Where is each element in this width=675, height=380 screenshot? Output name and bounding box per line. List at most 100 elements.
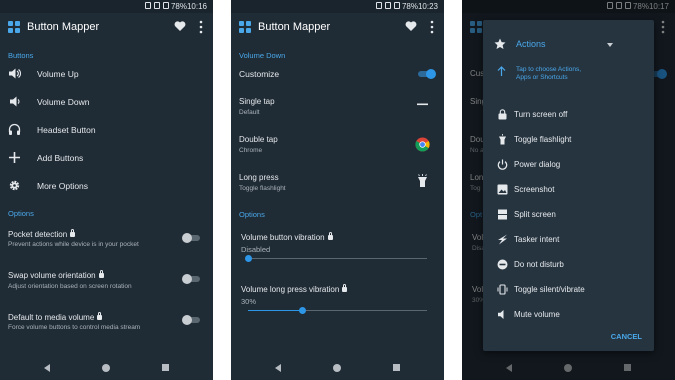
single-tap-title[interactable]: Single tap	[239, 97, 275, 106]
vibration-slider[interactable]	[245, 255, 427, 263]
split-screen-icon	[498, 209, 507, 220]
long-press-subtitle: Toggle flashlight	[239, 185, 286, 192]
volume-down-icon	[10, 96, 20, 107]
button-item-add-buttons[interactable]: Add Buttons	[37, 153, 83, 163]
options-section-header: Options	[8, 209, 34, 218]
nav-bar	[231, 357, 444, 380]
home-icon[interactable]	[102, 364, 110, 372]
lock-icon	[342, 284, 348, 292]
button-item-more-options[interactable]: More Options	[37, 181, 88, 191]
screen-volume-down: 78% 10:23 Button Mapper Volume Down Cust…	[231, 0, 444, 380]
customize-switch[interactable]	[416, 68, 436, 79]
vibration-value: Disabled	[241, 245, 271, 254]
button-item-volume-down[interactable]: Volume Down	[37, 97, 89, 107]
media-volume-subtitle: Force volume buttons to control media st…	[8, 324, 141, 331]
flashlight-icon	[418, 174, 427, 187]
heart-icon[interactable]	[174, 20, 186, 32]
action-item-toggle-silent-vibrate[interactable]: Toggle silent/vibrate	[514, 285, 585, 294]
clock: 10:16	[186, 2, 207, 11]
slider-thumb[interactable]	[245, 255, 252, 262]
plus-icon	[9, 152, 20, 163]
choose-hint: Tap to choose Actions, Apps or Shortcuts	[516, 66, 582, 81]
arrow-up-icon	[497, 66, 506, 76]
overflow-menu-icon[interactable]	[430, 20, 434, 34]
long-vibration-title[interactable]: Volume long press vibration	[241, 284, 348, 294]
action-item-screenshot[interactable]: Screenshot	[514, 185, 554, 194]
double-tap-subtitle: Chrome	[239, 147, 263, 154]
status-icons	[376, 2, 400, 9]
action-item-tasker-intent[interactable]: Tasker intent	[514, 235, 559, 244]
star-icon	[494, 38, 506, 49]
chevron-down-icon[interactable]	[607, 43, 613, 47]
pocket-detection-subtitle: Prevent actions while device is in your …	[8, 241, 139, 248]
single-tap-subtitle: Default	[239, 109, 260, 116]
recents-icon[interactable]	[162, 364, 169, 371]
battery-level: 78%	[401, 2, 418, 11]
flashlight-icon	[499, 134, 506, 145]
power-icon	[497, 159, 508, 170]
chrome-icon	[415, 137, 430, 152]
recents-icon[interactable]	[393, 364, 400, 371]
long-vibration-slider[interactable]	[248, 307, 427, 315]
swap-orientation-switch[interactable]	[182, 273, 202, 284]
headset-icon	[8, 123, 21, 135]
vibrate-icon	[497, 284, 508, 295]
action-item-split-screen[interactable]: Split screen	[514, 210, 556, 219]
pocket-detection-switch[interactable]	[182, 232, 202, 243]
options-section-header: Options	[239, 210, 265, 219]
do-not-disturb-icon	[497, 259, 508, 270]
volume-up-icon	[9, 68, 21, 79]
app-logo-icon	[239, 21, 251, 33]
action-item-toggle-flashlight[interactable]: Toggle flashlight	[514, 135, 571, 144]
lock-icon	[97, 312, 103, 320]
button-item-volume-up[interactable]: Volume Up	[37, 69, 79, 79]
home-icon[interactable]	[333, 364, 341, 372]
long-press-title[interactable]: Long press	[239, 173, 279, 182]
buttons-section-header: Buttons	[8, 51, 34, 60]
nav-bar	[0, 357, 213, 380]
back-icon[interactable]	[44, 364, 50, 372]
double-tap-title[interactable]: Double tap	[239, 135, 278, 144]
action-item-do-not-disturb[interactable]: Do not disturb	[514, 260, 564, 269]
action-picker-dialog: Actions Tap to choose Actions, Apps or S…	[483, 20, 654, 351]
pocket-detection-title[interactable]: Pocket detection	[8, 229, 76, 239]
action-item-turn-screen-off[interactable]: Turn screen off	[514, 110, 567, 119]
swap-orientation-subtitle: Adjust orientation based on screen rotat…	[8, 283, 132, 290]
status-bar: 78% 10:16	[0, 0, 213, 13]
customize-label[interactable]: Customize	[239, 69, 279, 79]
swap-orientation-title[interactable]: Swap volume orientation	[8, 270, 104, 280]
media-volume-switch[interactable]	[182, 314, 202, 325]
battery-level: 78%	[170, 2, 187, 11]
vibration-title[interactable]: Volume button vibration	[241, 232, 333, 242]
clock: 10:23	[417, 2, 438, 11]
volume-down-section-header: Volume Down	[239, 51, 286, 60]
action-item-mute-volume[interactable]: Mute volume	[514, 310, 560, 319]
heart-icon[interactable]	[405, 20, 417, 32]
image-icon	[497, 184, 508, 195]
dash-icon	[417, 103, 428, 106]
status-bar: 78% 10:23	[231, 0, 444, 13]
button-item-headset[interactable]: Headset Button	[37, 125, 96, 135]
status-icons	[145, 2, 169, 9]
overflow-menu-icon[interactable]	[199, 20, 203, 34]
app-title: Button Mapper	[258, 21, 331, 33]
action-item-power-dialog[interactable]: Power dialog	[514, 160, 560, 169]
bolt-icon	[498, 234, 507, 245]
lock-icon	[98, 270, 104, 278]
cancel-button[interactable]: CANCEL	[611, 332, 642, 341]
mute-icon	[498, 310, 504, 319]
lock-icon	[498, 109, 507, 120]
app-bar: Button Mapper	[231, 13, 444, 43]
app-title: Button Mapper	[27, 21, 100, 33]
app-logo-icon	[8, 21, 20, 33]
back-icon[interactable]	[275, 364, 281, 372]
media-volume-title[interactable]: Default to media volume	[8, 312, 103, 322]
gear-icon	[9, 180, 20, 191]
lock-icon	[327, 232, 333, 240]
screen-action-picker: 78% 10:17 Cust Sing Doub No a Lon Tog Op…	[462, 0, 675, 380]
app-bar: Button Mapper	[0, 13, 213, 43]
actions-dropdown[interactable]: Actions	[516, 39, 546, 49]
slider-thumb[interactable]	[298, 307, 306, 314]
long-vibration-value: 30%	[241, 297, 257, 306]
screen-main: 78% 10:16 Button Mapper Buttons Volume U…	[0, 0, 213, 380]
